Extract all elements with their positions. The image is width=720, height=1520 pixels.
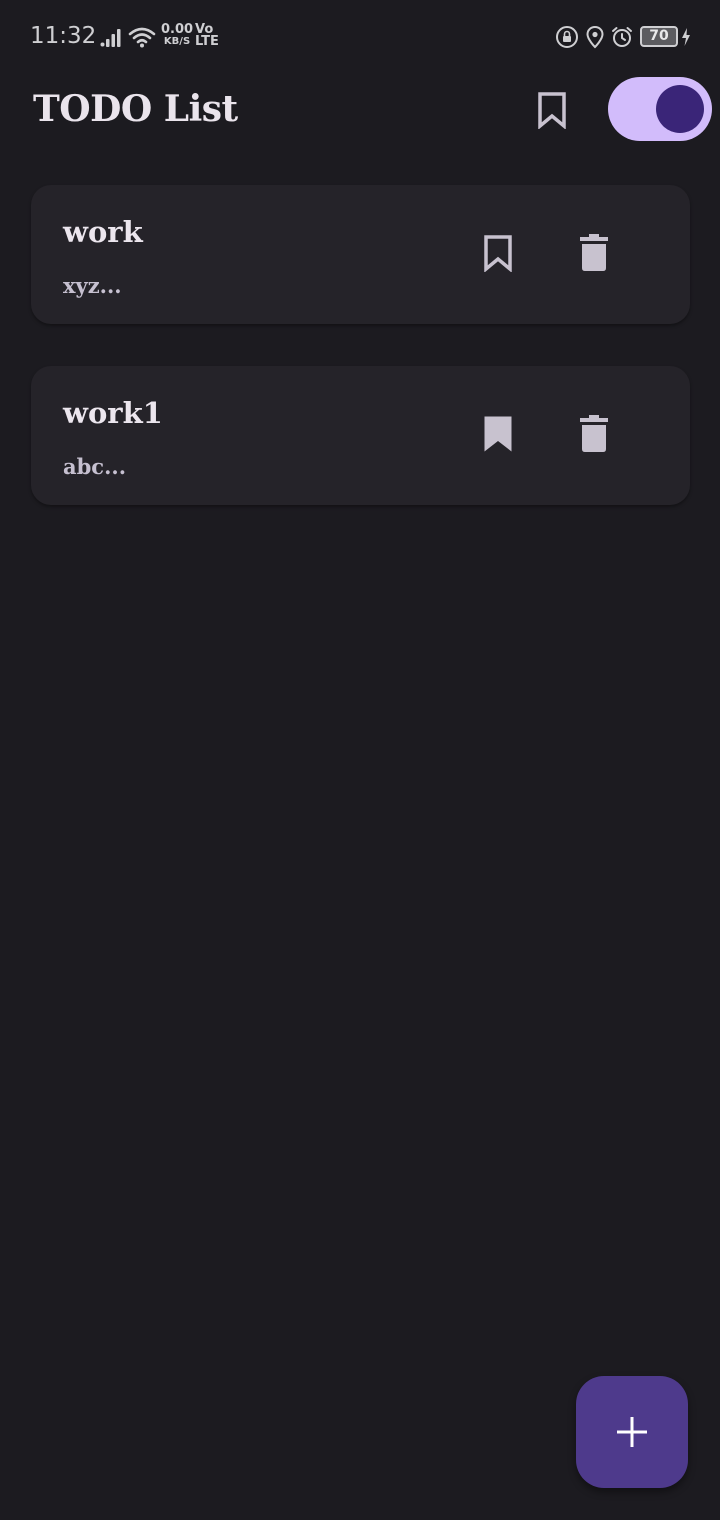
volte-indicator: Vo LTE [195,23,219,49]
status-time: 11:32 [30,23,97,49]
network-speed: 0.00 KB/S [161,22,194,48]
theme-toggle[interactable] [608,77,712,141]
trash-icon [580,234,608,271]
bookmark-outline-icon [538,92,566,129]
trash-icon [580,415,608,452]
task-description: abc... [63,454,127,479]
battery-level: 70 [649,28,669,44]
bookmarks-button[interactable] [528,86,576,134]
battery-icon: 70 [640,26,678,47]
page-title: TODO List [33,88,238,130]
bookmark-outline-icon [484,235,512,272]
status-bar: 11:32 0.00 KB/S Vo LTE 70 [0,0,720,76]
delete-button[interactable] [572,229,616,277]
bookmark-button[interactable] [476,410,520,458]
network-speed-unit: KB/S [163,36,191,47]
lock-rotation-icon [556,26,578,48]
delete-button[interactable] [572,410,616,458]
signal-icon [100,29,121,47]
task-title: work [63,215,143,249]
location-icon [586,25,604,49]
bookmark-button[interactable] [476,229,520,277]
task-description: xyz... [63,273,122,298]
alarm-icon [612,27,632,47]
volte-bottom: LTE [195,34,219,49]
network-speed-value: 0.00 [161,22,194,37]
wifi-icon [128,27,156,48]
charging-icon [682,28,690,46]
task-card[interactable]: work1 abc... [31,366,690,505]
task-title: work1 [63,396,163,430]
add-task-button[interactable] [576,1376,688,1488]
bookmark-filled-icon [484,416,512,452]
theme-toggle-thumb [656,85,704,133]
plus-icon [617,1417,647,1447]
app-screen: 11:32 0.00 KB/S Vo LTE 70 TODO List work… [0,0,720,1520]
task-card[interactable]: work xyz... [31,185,690,324]
